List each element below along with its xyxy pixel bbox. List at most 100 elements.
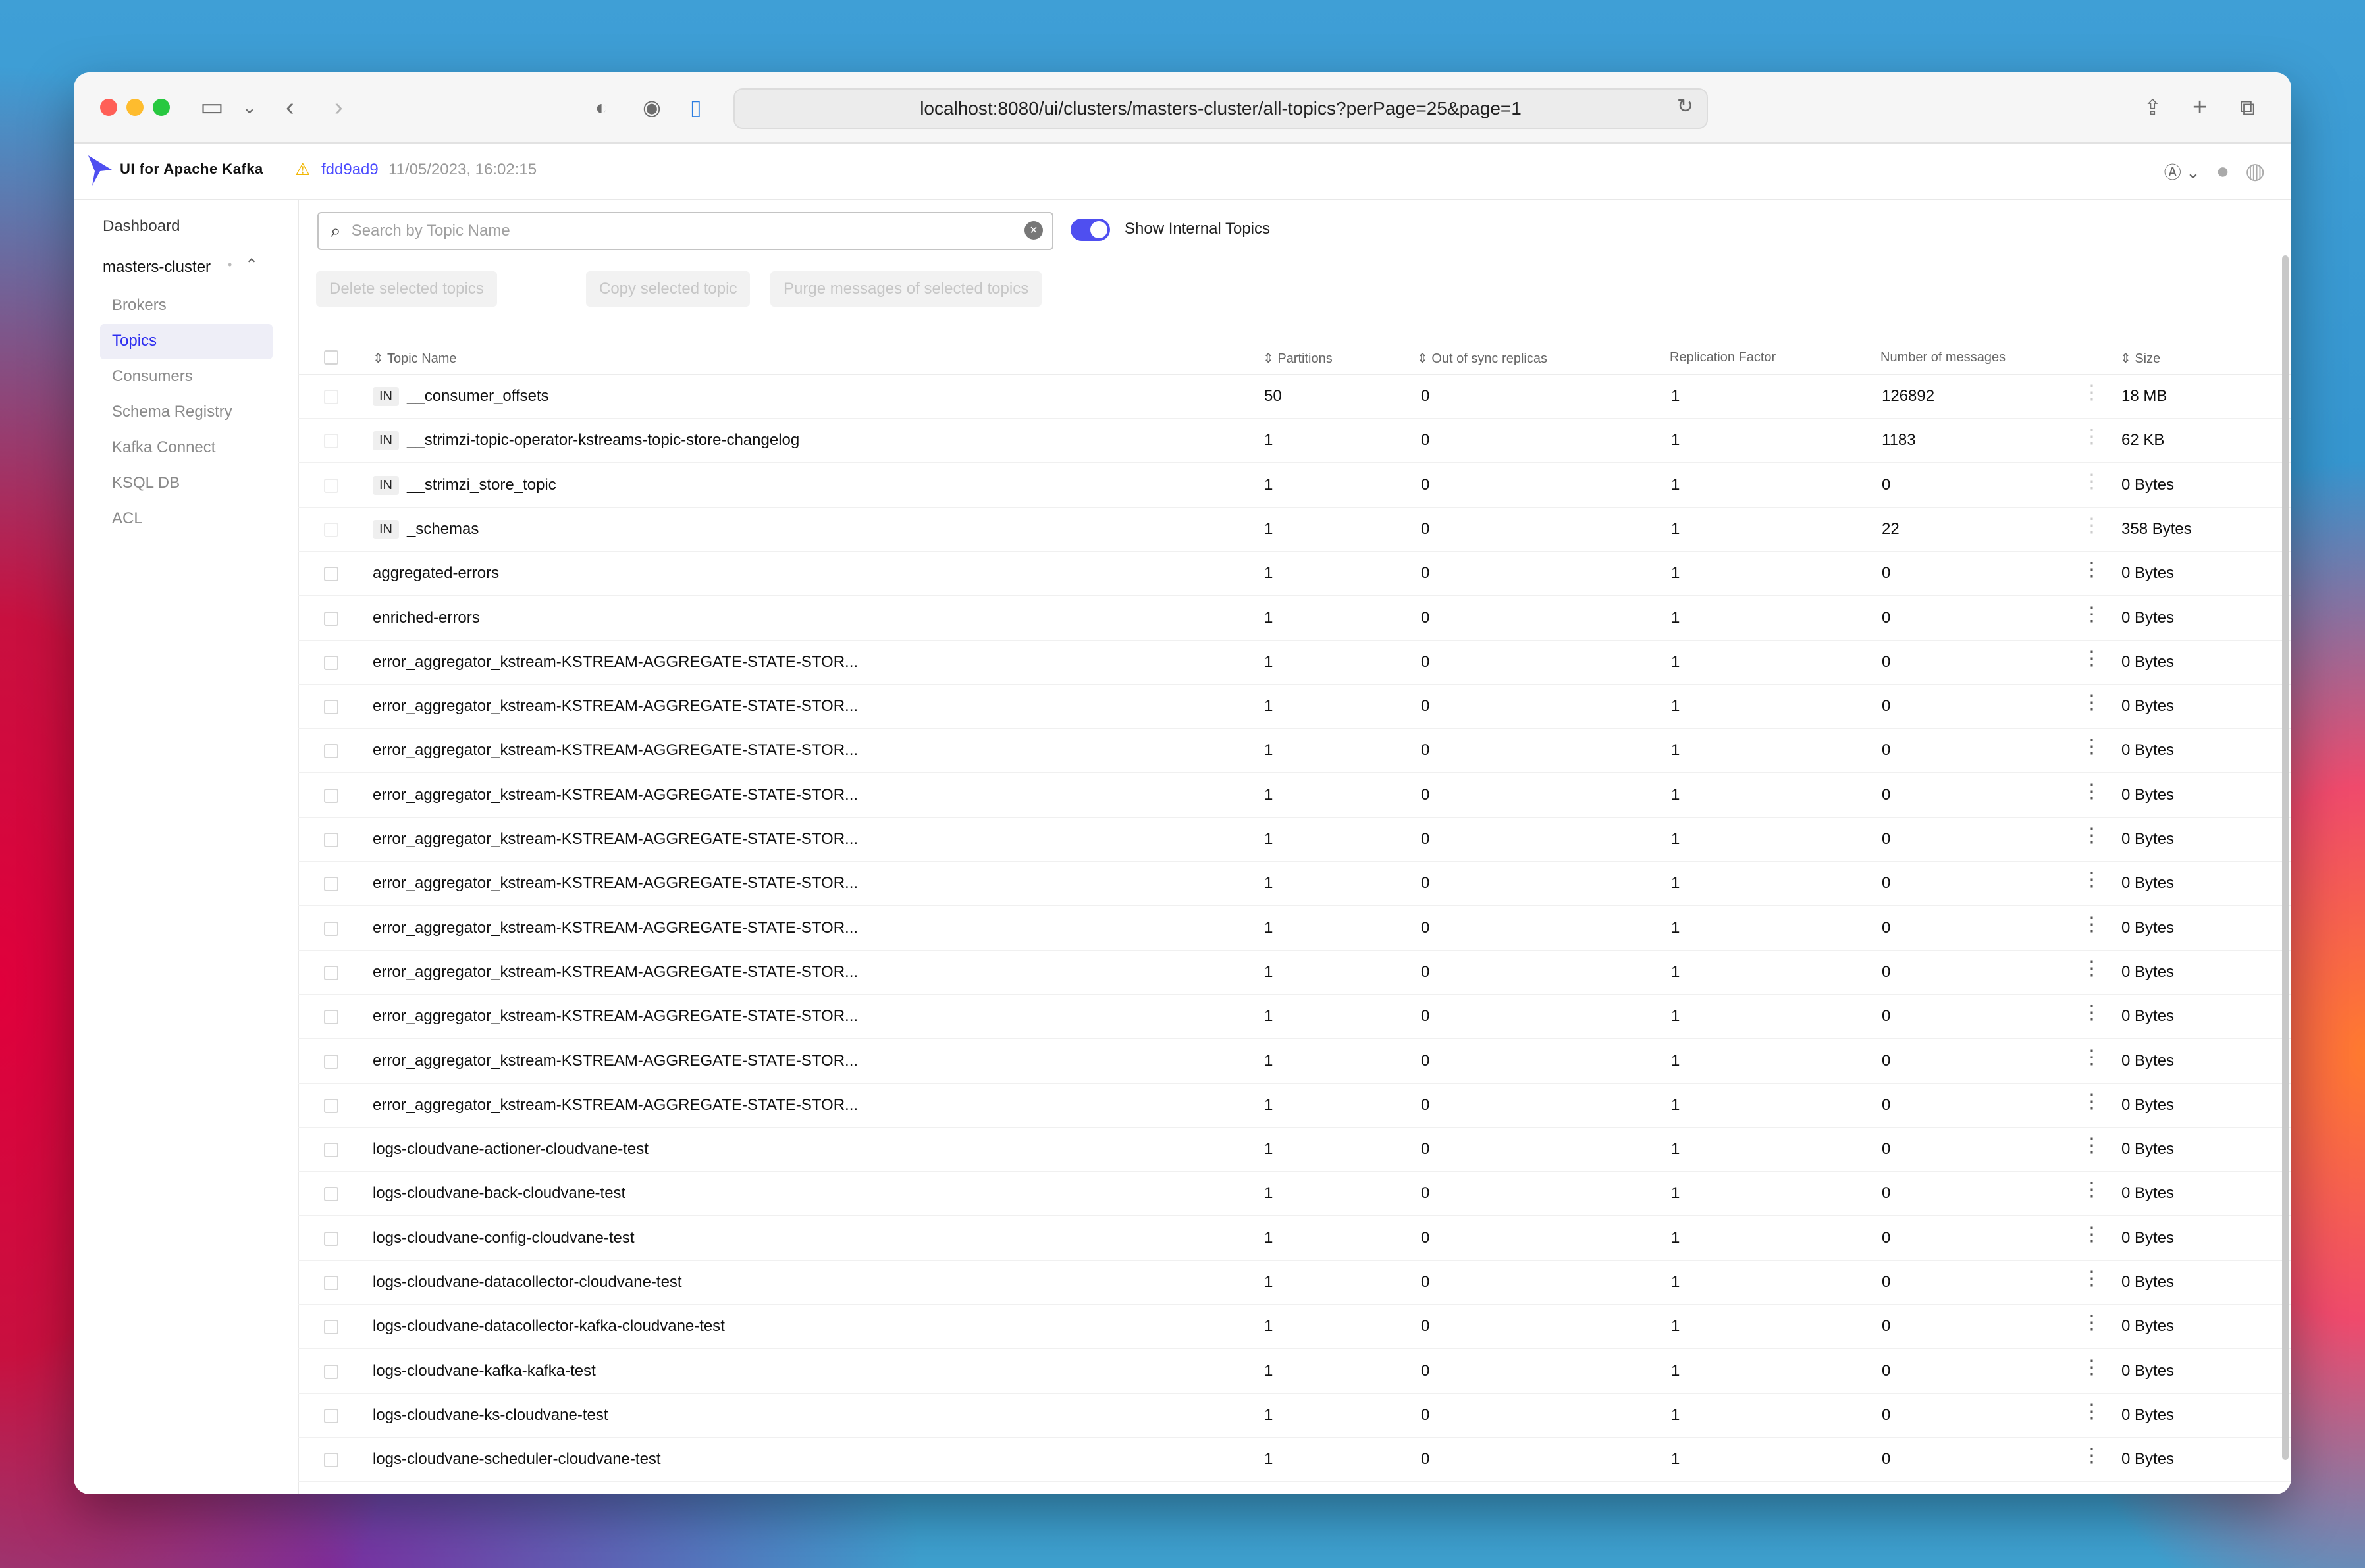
- scrollbar[interactable]: [2282, 255, 2289, 1460]
- topic-name-link[interactable]: error_aggregator_kstream-KSTREAM-AGGREGA…: [373, 919, 858, 937]
- row-checkbox[interactable]: [324, 921, 338, 936]
- minimize-window-button[interactable]: [126, 99, 144, 116]
- table-row[interactable]: enriched-errors 1 0 1 0 0 Bytes ⋮: [298, 596, 2291, 641]
- table-row[interactable]: error_aggregator_kstream-KSTREAM-AGGREGA…: [298, 861, 2291, 907]
- row-menu-icon[interactable]: ⋮: [2082, 737, 2102, 757]
- topic-name-link[interactable]: error_aggregator_kstream-KSTREAM-AGGREGA…: [373, 874, 858, 892]
- topic-name-link[interactable]: error_aggregator_kstream-KSTREAM-AGGREGA…: [373, 1007, 858, 1025]
- row-checkbox[interactable]: [324, 1098, 338, 1113]
- row-checkbox[interactable]: [324, 390, 338, 404]
- sidebar-item-kafka-connect[interactable]: Kafka Connect: [112, 438, 215, 457]
- row-checkbox[interactable]: [324, 434, 338, 449]
- table-row[interactable]: IN __strimzi_store_topic 1 0 1 0 0 Bytes ⋮: [298, 463, 2291, 508]
- topic-name-link[interactable]: error_aggregator_kstream-KSTREAM-AGGREGA…: [373, 963, 858, 981]
- sidebar-item-topics[interactable]: Topics: [112, 332, 157, 350]
- row-checkbox[interactable]: [324, 522, 338, 537]
- row-checkbox[interactable]: [324, 1453, 338, 1468]
- row-checkbox[interactable]: [324, 965, 338, 980]
- row-checkbox[interactable]: [324, 567, 338, 582]
- topic-name-link[interactable]: logs-cloudvane-kafka-kafka-test: [373, 1362, 596, 1380]
- sidebar-item-dashboard[interactable]: Dashboard: [103, 217, 180, 236]
- row-menu-icon[interactable]: ⋮: [2082, 383, 2102, 403]
- topic-name-link[interactable]: aggregated-errors: [373, 564, 499, 582]
- row-menu-icon[interactable]: ⋮: [2082, 1357, 2102, 1378]
- topic-name-link[interactable]: logs-cloudvane-config-cloudvane-test: [373, 1229, 635, 1247]
- table-row[interactable]: error_aggregator_kstream-KSTREAM-AGGREGA…: [298, 773, 2291, 818]
- row-checkbox[interactable]: [324, 611, 338, 626]
- column-topic-name[interactable]: ⇕ Topic Name: [373, 350, 457, 367]
- row-checkbox[interactable]: [324, 700, 338, 715]
- table-row[interactable]: logs-cloudvane-datacollector-kafka-cloud…: [298, 1304, 2291, 1350]
- topic-name-cell[interactable]: error_aggregator_kstream-KSTREAM-AGGREGA…: [373, 1096, 858, 1114]
- row-menu-icon[interactable]: ⋮: [2082, 1224, 2102, 1245]
- row-menu-icon[interactable]: ⋮: [2082, 1313, 2102, 1333]
- forward-icon[interactable]: ›: [334, 92, 343, 122]
- column-partitions[interactable]: ⇕ Partitions: [1263, 350, 1333, 367]
- topic-name-link[interactable]: __consumer_offsets: [407, 387, 549, 405]
- topic-name-link[interactable]: logs-cloudvane-datacollector-kafka-cloud…: [373, 1317, 725, 1335]
- topic-name-link[interactable]: __strimzi-topic-operator-kstreams-topic-…: [407, 431, 799, 449]
- topic-name-cell[interactable]: error_aggregator_kstream-KSTREAM-AGGREGA…: [373, 919, 858, 937]
- topic-name-cell[interactable]: enriched-errors: [373, 609, 480, 627]
- table-row[interactable]: logs-cloudvane-actioner-cloudvane-test 1 0…: [298, 1127, 2291, 1173]
- topic-name-cell[interactable]: IN __strimzi_store_topic: [373, 475, 556, 495]
- kafka-ui-logo-icon[interactable]: [86, 154, 115, 187]
- topic-name-link[interactable]: logs-cloudvane-scheduler-cloudvane-test: [373, 1450, 661, 1468]
- row-menu-icon[interactable]: ⋮: [2082, 1047, 2102, 1068]
- maximize-window-button[interactable]: [153, 99, 170, 116]
- table-row[interactable]: error_aggregator_kstream-KSTREAM-AGGREGA…: [298, 728, 2291, 774]
- table-row[interactable]: error_aggregator_kstream-KSTREAM-AGGREGA…: [298, 950, 2291, 995]
- row-checkbox[interactable]: [324, 1231, 338, 1246]
- row-checkbox[interactable]: [324, 1364, 338, 1379]
- row-checkbox[interactable]: [324, 655, 338, 670]
- topic-name-link[interactable]: error_aggregator_kstream-KSTREAM-AGGREGA…: [373, 830, 858, 848]
- copy-selected-topic-button[interactable]: Copy selected topic: [586, 271, 751, 307]
- sidebar-item-consumers[interactable]: Consumers: [112, 367, 193, 386]
- topic-name-link[interactable]: error_aggregator_kstream-KSTREAM-AGGREGA…: [373, 653, 858, 671]
- select-all-checkbox[interactable]: [324, 350, 338, 365]
- table-row[interactable]: error_aggregator_kstream-KSTREAM-AGGREGA…: [298, 684, 2291, 730]
- row-menu-icon[interactable]: ⋮: [2082, 1180, 2102, 1200]
- row-checkbox[interactable]: [324, 1187, 338, 1202]
- table-row[interactable]: logs-cloudvane-config-cloudvane-test 1 0 1 0…: [298, 1216, 2291, 1261]
- topic-name-cell[interactable]: error_aggregator_kstream-KSTREAM-AGGREGA…: [373, 653, 858, 671]
- topic-name-link[interactable]: logs-cloudvane-actioner-cloudvane-test: [373, 1140, 649, 1158]
- topic-name-cell[interactable]: error_aggregator_kstream-KSTREAM-AGGREGA…: [373, 963, 858, 981]
- reader-icon[interactable]: ▯: [690, 92, 702, 122]
- table-row[interactable]: error_aggregator_kstream-KSTREAM-AGGREGA…: [298, 817, 2291, 862]
- table-row[interactable]: error_aggregator_kstream-KSTREAM-AGGREGA…: [298, 640, 2291, 685]
- topic-name-cell[interactable]: logs-cloudvane-config-cloudvane-test: [373, 1229, 635, 1247]
- row-menu-icon[interactable]: ⋮: [2082, 1269, 2102, 1289]
- row-checkbox[interactable]: [324, 478, 338, 493]
- topic-name-cell[interactable]: error_aggregator_kstream-KSTREAM-AGGREGA…: [373, 830, 858, 849]
- row-menu-icon[interactable]: ⋮: [2082, 471, 2102, 492]
- address-bar[interactable]: localhost:8080/ui/clusters/masters-clust…: [733, 88, 1708, 129]
- topic-name-cell[interactable]: error_aggregator_kstream-KSTREAM-AGGREGA…: [373, 1052, 858, 1070]
- row-checkbox[interactable]: [324, 1010, 338, 1025]
- row-menu-icon[interactable]: ⋮: [2082, 914, 2102, 935]
- discord-icon[interactable]: ◍: [2245, 158, 2265, 184]
- topic-name-cell[interactable]: error_aggregator_kstream-KSTREAM-AGGREGA…: [373, 786, 858, 804]
- topic-name-cell[interactable]: logs-cloudvane-actioner-cloudvane-test: [373, 1140, 649, 1159]
- clear-search-icon[interactable]: ×: [1024, 221, 1043, 240]
- table-row[interactable]: logs-cloudvane-datacollector-cloudvane-t…: [298, 1260, 2291, 1305]
- table-row[interactable]: logs-cloudvane-ks-cloudvane-test 1 0 1 0 0 By…: [298, 1393, 2291, 1438]
- table-row[interactable]: error_aggregator_kstream-KSTREAM-AGGREGA…: [298, 994, 2291, 1040]
- github-icon[interactable]: ●: [2216, 159, 2230, 184]
- topic-name-cell[interactable]: error_aggregator_kstream-KSTREAM-AGGREGA…: [373, 874, 858, 893]
- topic-name-cell[interactable]: IN __strimzi-topic-operator-kstreams-topi…: [373, 431, 799, 451]
- topic-name-cell[interactable]: logs-cloudvane-datacollector-cloudvane-t…: [373, 1273, 682, 1292]
- cluster-name[interactable]: masters-cluster: [103, 258, 211, 276]
- table-row[interactable]: logs-cloudvane-scheduler-cloudvane-test 1…: [298, 1437, 2291, 1483]
- table-row[interactable]: error_aggregator_kstream-KSTREAM-AGGREGA…: [298, 1039, 2291, 1084]
- topic-name-cell[interactable]: logs-cloudvane-ks-cloudvane-test: [373, 1406, 608, 1424]
- table-row[interactable]: error_aggregator_kstream-KSTREAM-AGGREGA…: [298, 906, 2291, 951]
- topic-name-cell[interactable]: error_aggregator_kstream-KSTREAM-AGGREGA…: [373, 741, 858, 760]
- row-menu-icon[interactable]: ⋮: [2082, 515, 2102, 536]
- search-input[interactable]: [350, 221, 985, 241]
- delete-selected-topics-button[interactable]: Delete selected topics: [316, 271, 497, 307]
- topic-name-cell[interactable]: error_aggregator_kstream-KSTREAM-AGGREGA…: [373, 1007, 858, 1026]
- row-menu-icon[interactable]: ⋮: [2082, 1091, 2102, 1112]
- sidebar-item-acl[interactable]: ACL: [112, 510, 143, 528]
- row-checkbox[interactable]: [324, 788, 338, 803]
